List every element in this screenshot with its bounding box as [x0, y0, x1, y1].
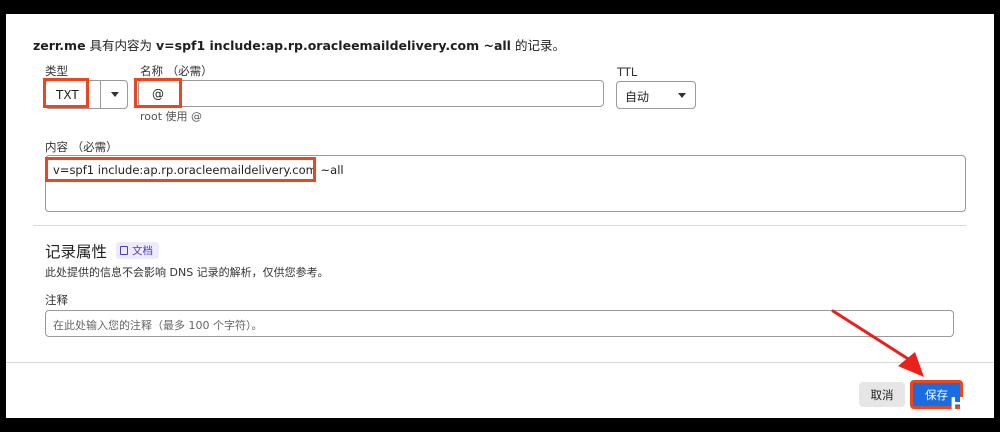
- annotation-arrow: [831, 309, 924, 377]
- watermark: HHL: [950, 394, 995, 415]
- arrow-shaft: [831, 309, 915, 364]
